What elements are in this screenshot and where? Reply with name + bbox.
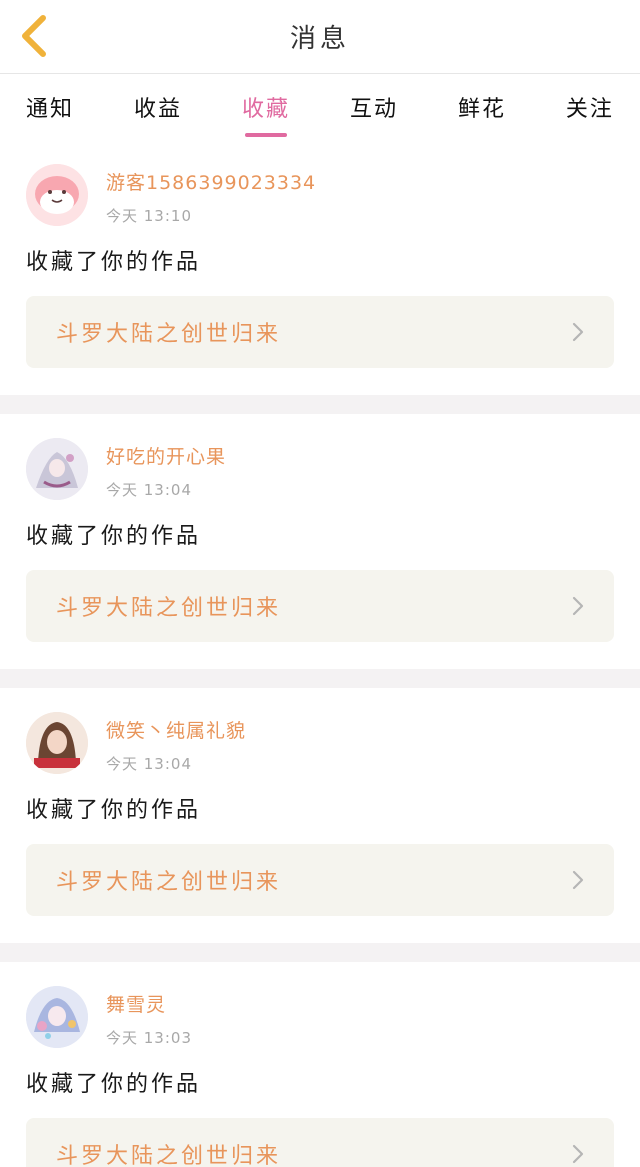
cartoon-avatar-icon	[26, 164, 88, 226]
timestamp: 今天 13:04	[106, 481, 192, 499]
avatar[interactable]	[26, 712, 88, 774]
divider	[0, 669, 640, 688]
tab-follows[interactable]: 关注	[566, 83, 614, 131]
timestamp: 今天 13:04	[106, 755, 192, 773]
chevron-right-icon	[572, 870, 584, 890]
work-title: 斗罗大陆之创世归来	[56, 870, 282, 895]
tab-interactions[interactable]: 互动	[350, 83, 398, 131]
username[interactable]: 舞雪灵	[106, 990, 192, 1017]
chevron-right-icon	[572, 322, 584, 342]
timestamp: 今天 13:10	[106, 207, 192, 225]
work-card[interactable]: 斗罗大陆之创世归来	[26, 844, 614, 916]
tab-notifications[interactable]: 通知	[26, 83, 74, 131]
divider	[0, 943, 640, 962]
tab-flowers[interactable]: 鲜花	[458, 83, 506, 131]
action-text: 收藏了你的作品	[26, 250, 202, 275]
work-title: 斗罗大陆之创世归来	[56, 322, 282, 347]
work-title: 斗罗大陆之创世归来	[56, 1144, 282, 1167]
avatar[interactable]	[26, 438, 88, 500]
action-text: 收藏了你的作品	[26, 798, 202, 823]
username[interactable]: 好吃的开心果	[106, 442, 226, 469]
chevron-right-icon	[572, 596, 584, 616]
action-text: 收藏了你的作品	[26, 1072, 202, 1097]
list-item: 好吃的开心果 今天 13:04 收藏了你的作品 斗罗大陆之创世归来	[0, 414, 640, 669]
list-item: 舞雪灵 今天 13:03 收藏了你的作品 斗罗大陆之创世归来	[0, 962, 640, 1167]
anime-avatar-icon	[26, 986, 88, 1048]
action-text: 收藏了你的作品	[26, 524, 202, 549]
username[interactable]: 游客1586399023334	[106, 168, 316, 195]
photo-avatar-icon	[26, 712, 88, 774]
chevron-left-icon	[22, 15, 46, 57]
username[interactable]: 微笑丶纯属礼貌	[106, 716, 246, 743]
divider	[0, 395, 640, 414]
back-button[interactable]	[14, 12, 54, 60]
message-list: 游客1586399023334 今天 13:10 收藏了你的作品 斗罗大陆之创世…	[0, 140, 640, 1167]
work-card[interactable]: 斗罗大陆之创世归来	[26, 1118, 614, 1167]
list-item: 游客1586399023334 今天 13:10 收藏了你的作品 斗罗大陆之创世…	[0, 140, 640, 395]
page-title: 消息	[289, 24, 350, 54]
work-title: 斗罗大陆之创世归来	[56, 596, 282, 621]
tab-favorites[interactable]: 收藏	[242, 83, 290, 131]
header-bar: 消息	[0, 0, 640, 74]
tab-bar: 通知 收益 收藏 互动 鲜花 关注	[0, 74, 640, 140]
work-card[interactable]: 斗罗大陆之创世归来	[26, 570, 614, 642]
list-item: 微笑丶纯属礼貌 今天 13:04 收藏了你的作品 斗罗大陆之创世归来	[0, 688, 640, 943]
anime-avatar-icon	[26, 438, 88, 500]
work-card[interactable]: 斗罗大陆之创世归来	[26, 296, 614, 368]
tab-earnings[interactable]: 收益	[134, 83, 182, 131]
timestamp: 今天 13:03	[106, 1029, 192, 1047]
avatar[interactable]	[26, 986, 88, 1048]
chevron-right-icon	[572, 1144, 584, 1164]
avatar[interactable]	[26, 164, 88, 226]
